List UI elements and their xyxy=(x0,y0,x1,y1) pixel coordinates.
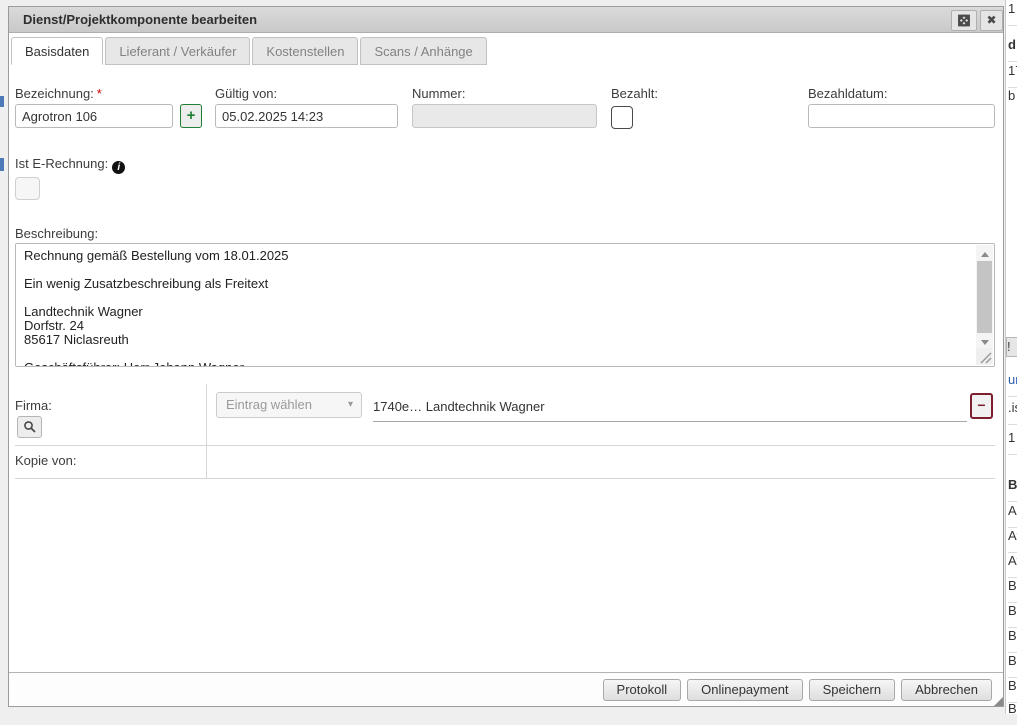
chevron-down-icon: ▾ xyxy=(348,393,353,417)
firma-select-placeholder: Eintrag wählen xyxy=(226,397,312,412)
textarea-scrollbar[interactable] xyxy=(976,245,993,365)
gueltig-von-input[interactable] xyxy=(215,104,398,128)
close-icon: ✖ xyxy=(986,13,996,27)
background-fragment: Arn xyxy=(1008,503,1017,528)
background-fragment: d xyxy=(1008,37,1017,62)
textarea-resize-handle[interactable] xyxy=(976,348,992,364)
label-column-divider xyxy=(206,384,207,479)
background-fragment xyxy=(0,158,4,171)
dialog-title: Dienst/Projektkomponente bearbeiten xyxy=(23,7,257,32)
close-button[interactable]: ✖ xyxy=(980,10,1003,31)
beschreibung-label: Beschreibung: xyxy=(15,226,98,241)
kopie-von-label: Kopie von: xyxy=(15,453,76,468)
background-fragment xyxy=(0,96,4,107)
background-fragment: Bir xyxy=(1008,701,1017,725)
onlinepayment-button[interactable]: Onlinepayment xyxy=(687,679,802,701)
background-fragment: Be xyxy=(1008,628,1017,653)
add-button[interactable]: + xyxy=(180,104,202,128)
background-fragment: b xyxy=(1008,88,1017,112)
background-fragment: 1 xyxy=(1008,430,1017,455)
tab-basisdaten[interactable]: Basisdaten xyxy=(11,37,103,65)
background-fragment: ur xyxy=(1008,372,1017,397)
gueltig-von-label: Gültig von: xyxy=(215,86,277,101)
search-icon xyxy=(23,422,37,437)
background-fragment: Be xyxy=(1008,653,1017,678)
ist-e-rechnung-checkbox xyxy=(15,177,40,200)
plus-icon: + xyxy=(187,107,196,124)
background-fragment: 1 xyxy=(1008,1,1017,26)
tab-kostenstellen[interactable]: Kostenstellen xyxy=(252,37,358,65)
maximize-button[interactable] xyxy=(951,10,977,31)
background-page-strip: 1 d 17 b ! ur .is 1 Be Arn Atl Atz Ba Be… xyxy=(1005,0,1017,714)
background-fragment: Be xyxy=(1008,477,1017,502)
protokoll-button[interactable]: Protokoll xyxy=(603,679,682,701)
kopie-von-row xyxy=(15,446,995,479)
bezahldatum-label: Bezahldatum: xyxy=(808,86,888,101)
scroll-down-icon[interactable] xyxy=(976,333,993,348)
minus-icon: − xyxy=(977,397,985,413)
firma-selected-value: 1740e… Landtechnik Wagner xyxy=(373,394,967,422)
bezahlt-checkbox[interactable] xyxy=(611,106,633,129)
firma-select: Eintrag wählen ▾ xyxy=(216,392,362,418)
ist-e-rechnung-label: Ist E-Rechnung: i xyxy=(15,156,125,174)
tab-strip: Basisdaten Lieferant / Verkäufer Kostens… xyxy=(11,37,489,65)
tab-lieferant-verkaeufer[interactable]: Lieferant / Verkäufer xyxy=(105,37,250,65)
background-fragment: 17 xyxy=(1008,63,1017,88)
bezahldatum-input[interactable] xyxy=(808,104,995,128)
nummer-input xyxy=(412,104,597,128)
beschreibung-textarea[interactable]: Rechnung gemäß Bestellung vom 18.01.2025… xyxy=(15,243,995,367)
background-fragment: Be xyxy=(1008,603,1017,628)
scrollbar-thumb[interactable] xyxy=(977,261,992,333)
ist-e-rechnung-label-text: Ist E-Rechnung: xyxy=(15,156,108,171)
background-fragment: Ba xyxy=(1008,578,1017,603)
bezeichnung-label: Bezeichnung:* xyxy=(15,86,102,101)
speichern-button[interactable]: Speichern xyxy=(809,679,896,701)
background-fragment: Bic xyxy=(1008,678,1017,703)
scroll-up-icon[interactable] xyxy=(976,245,993,260)
beschreibung-text: Rechnung gemäß Bestellung vom 18.01.2025… xyxy=(16,244,976,366)
firma-label: Firma: xyxy=(15,398,52,413)
nummer-label: Nummer: xyxy=(412,86,465,101)
info-icon[interactable]: i xyxy=(112,161,125,174)
required-asterisk: * xyxy=(97,86,102,101)
background-fragment: ! xyxy=(1006,337,1017,357)
footer-buttons: Protokoll Onlinepayment Speichern Abbrec… xyxy=(603,679,992,701)
tab-scans-anhaenge[interactable]: Scans / Anhänge xyxy=(360,37,486,65)
edit-component-dialog: Dienst/Projektkomponente bearbeiten ✖ xyxy=(8,6,1004,707)
maximize-icon xyxy=(956,16,972,31)
abbrechen-button[interactable]: Abbrechen xyxy=(901,679,992,701)
background-fragment: Atl xyxy=(1008,528,1017,553)
background-fragment: Atz xyxy=(1008,553,1017,578)
dialog-footer: Protokoll Onlinepayment Speichern Abbrec… xyxy=(9,672,1003,706)
firma-remove-button[interactable]: − xyxy=(970,393,993,419)
background-fragment: .is xyxy=(1008,400,1017,425)
bezahlt-label: Bezahlt: xyxy=(611,86,658,101)
bezeichnung-input[interactable] xyxy=(15,104,173,128)
firma-search-button[interactable] xyxy=(17,416,42,438)
bezeichnung-label-text: Bezeichnung: xyxy=(15,86,94,101)
dialog-resize-handle[interactable] xyxy=(994,697,1003,706)
dialog-titlebar[interactable]: Dienst/Projektkomponente bearbeiten ✖ xyxy=(9,7,1003,33)
